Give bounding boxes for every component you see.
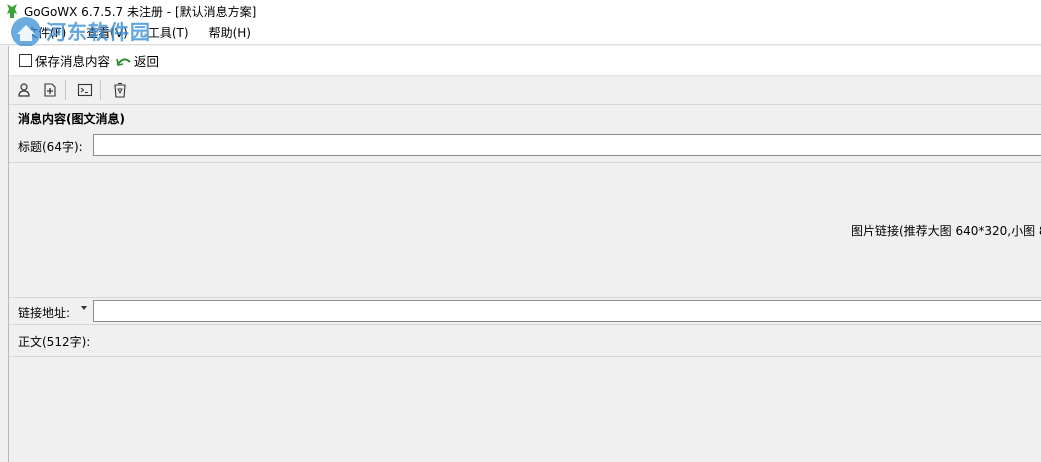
link-input[interactable] [93, 300, 1041, 322]
user-icon[interactable] [13, 79, 35, 101]
menu-file[interactable]: 文件(F) [0, 22, 76, 44]
left-border [8, 46, 9, 462]
terminal-icon[interactable] [74, 79, 96, 101]
divider [9, 324, 1041, 325]
title-label: 标题(64字): [18, 140, 83, 154]
link-label: 链接地址: [18, 306, 71, 320]
toolbar-separator [65, 80, 66, 100]
title-bar: GoGoWX 6.7.5.7 未注册 - [默认消息方案] [0, 0, 1041, 22]
menu-bar: 文件(F) 查看(V) 工具(T) 帮助(H) [0, 22, 1041, 45]
body-label: 正文(512字): [18, 335, 91, 349]
divider [9, 356, 1041, 357]
menu-view[interactable]: 查看(V) [76, 22, 138, 44]
save-icon[interactable] [19, 54, 32, 67]
title-input[interactable] [93, 134, 1041, 156]
save-message-button[interactable]: 保存消息内容 [35, 51, 110, 70]
window-title: GoGoWX 6.7.5.7 未注册 - [默认消息方案] [24, 4, 257, 19]
divider [9, 297, 1041, 298]
back-arrow-icon[interactable] [116, 55, 132, 67]
toolbar-separator [100, 80, 101, 100]
image-link-label: 图片链接(推荐大图 640*320,小图 8 [851, 224, 1041, 238]
action-bar: 保存消息内容 返回 [9, 46, 1041, 76]
divider [9, 162, 1041, 163]
toolbar [9, 76, 1041, 105]
add-page-icon[interactable] [39, 79, 61, 101]
menu-help[interactable]: 帮助(H) [199, 22, 261, 44]
menu-tools[interactable]: 工具(T) [138, 22, 199, 44]
app-logo-icon [7, 4, 17, 18]
chevron-down-icon[interactable] [81, 306, 87, 310]
section-title: 消息内容(图文消息) [18, 112, 125, 126]
recycle-bin-icon[interactable] [109, 79, 131, 101]
back-button[interactable]: 返回 [134, 51, 159, 70]
